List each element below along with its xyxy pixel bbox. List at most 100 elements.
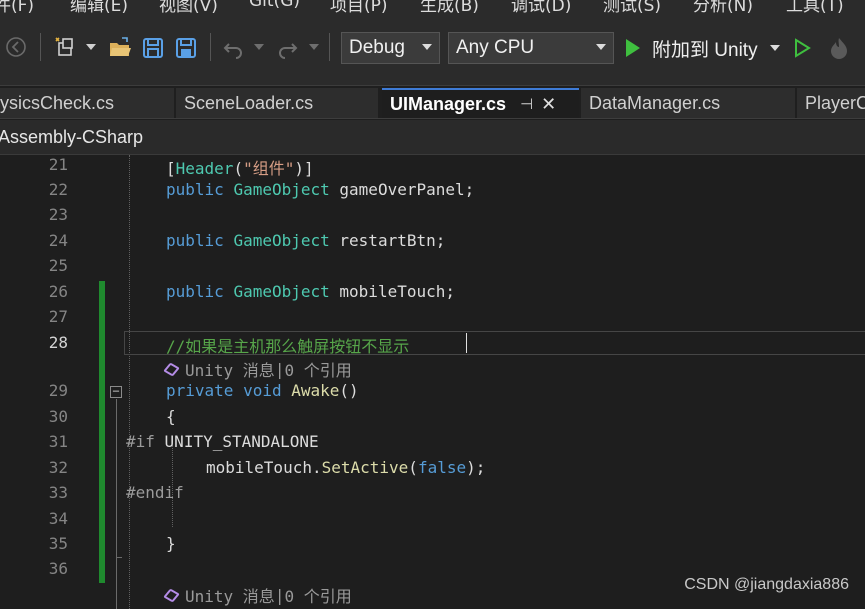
change-indicator — [99, 281, 105, 583]
undo-icon[interactable] — [219, 34, 247, 62]
toolbar-separator — [210, 33, 211, 61]
undo-dropdown-icon[interactable] — [252, 37, 266, 57]
collapse-icon[interactable]: − — [110, 385, 122, 398]
method-name: SetActive — [321, 458, 409, 477]
type-name: GameObject — [233, 231, 330, 250]
save-icon[interactable] — [139, 34, 167, 62]
close-icon[interactable]: ✕ — [541, 94, 556, 115]
menu-project[interactable]: 项目(P) — [330, 0, 388, 15]
codelens-refs: 0 个引用 — [284, 587, 352, 606]
identifier: mobileTouch; — [339, 282, 455, 301]
tab-physicscheck[interactable]: ysicsCheck.cs — [0, 88, 174, 118]
solution-dropdown-icon[interactable] — [84, 37, 98, 57]
hot-reload-icon[interactable] — [826, 34, 852, 62]
code-line-24: public GameObject restartBtn; — [166, 231, 445, 250]
pin-icon[interactable]: ⊣ — [520, 95, 533, 113]
code-line-35: } — [166, 534, 176, 553]
menu-analyze[interactable]: 分析(N) — [693, 0, 753, 15]
code-editor[interactable]: 21 22 23 24 25 26 27 28 29 30 31 32 33 3… — [0, 155, 865, 609]
menu-bar: 件(F) 编辑(E) 视图(V) Git(G) 项目(P) 生成(B) 调试(D… — [0, 0, 865, 15]
line-number: 25 — [48, 256, 68, 275]
menu-view[interactable]: 视图(V) — [159, 0, 218, 15]
menu-file[interactable]: 件(F) — [0, 0, 34, 15]
line-number: 29 — [48, 381, 68, 400]
preprocessor: #if — [126, 432, 155, 451]
project-dropdown[interactable]: Assembly-CSharp — [0, 127, 143, 148]
line-number: 21 — [48, 155, 68, 174]
text-caret — [466, 333, 467, 353]
chevron-down-icon — [596, 44, 606, 50]
save-all-icon[interactable] — [172, 34, 200, 62]
code-line-31: #if UNITY_STANDALONE — [126, 432, 319, 451]
codelens-separator: | — [274, 585, 285, 605]
type-name: GameObject — [233, 282, 330, 301]
code-line-29: private void Awake() — [166, 381, 359, 400]
line-number: 22 — [48, 180, 68, 199]
document-tabs: ysicsCheck.cs SceneLoader.cs UIManager.c… — [0, 86, 865, 119]
attach-unity-button[interactable]: 附加到 Unity — [626, 32, 780, 64]
keyword: void — [243, 381, 282, 400]
toolbar-separator — [40, 33, 41, 61]
configuration-dropdown[interactable]: Debug — [341, 32, 440, 64]
code-line-22: public GameObject gameOverPanel; — [166, 180, 474, 199]
tab-datamanager[interactable]: DataManager.cs — [581, 88, 795, 118]
code-line-26: public GameObject mobileTouch; — [166, 282, 455, 301]
identifier: gameOverPanel; — [339, 180, 475, 199]
type-name: GameObject — [233, 180, 330, 199]
configuration-value: Debug — [349, 37, 405, 58]
line-number: 35 — [48, 534, 68, 553]
chevron-down-icon — [422, 44, 432, 50]
open-folder-icon[interactable] — [106, 34, 134, 62]
tab-uimanager[interactable]: UIManager.cs ⊣ ✕ — [382, 88, 579, 118]
line-number: 24 — [48, 231, 68, 250]
identifier: mobileTouch. — [206, 458, 322, 477]
code-line-32: mobileTouch.SetActive(false); — [206, 458, 486, 477]
fold-line — [116, 399, 117, 609]
tab-label: UIManager.cs — [390, 93, 507, 114]
line-number: 27 — [48, 307, 68, 326]
attach-unity-label: 附加到 Unity — [652, 39, 758, 61]
watermark: CSDN @jiangdaxia886 — [684, 576, 849, 593]
method-name: Awake — [291, 381, 340, 400]
menu-build[interactable]: 生成(B) — [420, 0, 479, 15]
parens: () — [339, 381, 359, 400]
line-number: 23 — [48, 205, 68, 224]
toolbar-separator — [329, 33, 330, 61]
run-icon[interactable] — [790, 34, 814, 62]
code-line-30: { — [166, 407, 176, 426]
tab-label: DataManager.cs — [589, 92, 721, 113]
solution-icon[interactable] — [52, 34, 80, 62]
navigation-bar: Assembly-CSharp — [0, 120, 865, 155]
fold-end — [116, 557, 122, 558]
menu-git[interactable]: Git(G) — [249, 0, 300, 11]
indent-guide — [129, 155, 130, 609]
identifier: restartBtn; — [339, 231, 446, 250]
statement-end: ); — [466, 458, 486, 477]
unity-icon — [163, 587, 180, 603]
codelens-awake[interactable]: Unity 消息 | 0 个引用 — [163, 357, 352, 381]
redo-dropdown-icon[interactable] — [307, 37, 321, 57]
codelens-separator: | — [274, 359, 285, 379]
line-number-current: 28 — [48, 333, 68, 352]
line-number: 36 — [48, 559, 68, 578]
codelens-next[interactable]: Unity 消息 | 0 个引用 — [163, 583, 352, 607]
define-symbol: UNITY_STANDALONE — [164, 432, 319, 451]
back-icon[interactable] — [4, 35, 28, 59]
code-line-21: [Header("组件")] — [166, 159, 314, 178]
line-number: 30 — [48, 407, 68, 426]
line-number: 31 — [48, 432, 68, 451]
menu-tools[interactable]: 工具(T) — [786, 0, 844, 15]
line-number: 26 — [48, 282, 68, 301]
tab-player[interactable]: PlayerC — [797, 88, 865, 118]
string-literal: "组件" — [243, 159, 295, 178]
platform-dropdown[interactable]: Any CPU — [448, 32, 614, 64]
menu-test[interactable]: 测试(S) — [603, 0, 661, 15]
toolbar: Debug Any CPU 附加到 Unity — [0, 15, 865, 86]
menu-edit[interactable]: 编辑(E) — [70, 0, 128, 15]
line-number: 34 — [48, 509, 68, 528]
menu-debug[interactable]: 调试(D) — [511, 0, 571, 15]
tab-sceneloader[interactable]: SceneLoader.cs — [176, 88, 378, 118]
redo-icon[interactable] — [274, 34, 302, 62]
codelens-unity: Unity 消息 — [185, 361, 275, 380]
keyword: public — [166, 282, 224, 301]
